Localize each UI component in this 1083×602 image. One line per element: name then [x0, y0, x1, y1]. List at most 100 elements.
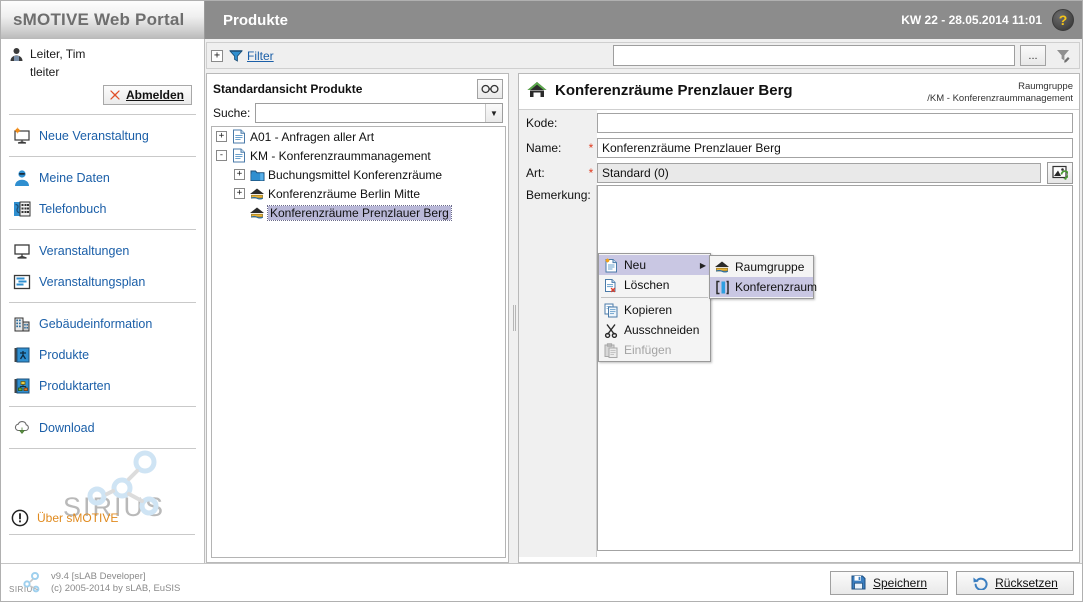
detail-header-right: Raumgruppe /KM - Konferenzraummanagement — [927, 80, 1073, 105]
roomgroup-icon — [249, 186, 265, 202]
save-icon — [851, 575, 866, 590]
top-bar: sMOTIVE Web Portal Produkte KW 22 - 28.0… — [1, 1, 1082, 39]
tree-node-prenzlauer-berg[interactable]: Konferenzräume Prenzlauer Berg — [212, 203, 505, 222]
bemerkung-textarea[interactable] — [597, 185, 1073, 551]
sidebar-item-download[interactable]: Download — [1, 412, 204, 443]
tree-search-input[interactable] — [256, 104, 485, 122]
tree-node-buchungsmittel[interactable]: + Buchungsmittel Konferenzräume — [212, 165, 505, 184]
art-input[interactable]: Standard (0) — [597, 162, 1041, 183]
filter-toolbar: + Filter ... — [206, 42, 1080, 69]
context-submenu-neu: Raumgruppe Konferenzraum — [709, 255, 817, 299]
kode-input[interactable] — [597, 112, 1073, 133]
context-menu-item-neu[interactable]: Neu ▶ — [599, 255, 710, 275]
tree-panel-header: Standardansicht Produkte — [207, 74, 508, 101]
splitter-grip — [512, 305, 516, 331]
sidebar-divider-5 — [9, 406, 196, 407]
chevron-down-icon[interactable]: ▼ — [485, 104, 502, 122]
filter-more-button[interactable]: ... — [1020, 45, 1046, 66]
panel-splitter[interactable] — [510, 73, 518, 563]
context-menu: Neu ▶ Löschen Kopieren Ausschneiden Einf… — [598, 253, 711, 362]
sidebar-item-label: Neue Veranstaltung — [39, 128, 149, 143]
tree-panel-title: Standardansicht Produkte — [213, 82, 363, 96]
submenu-item-raumgruppe[interactable]: Raumgruppe — [710, 257, 813, 277]
version-block: SIRIUS v9.4 [sLAB Developer] (c) 2005-20… — [1, 571, 180, 595]
context-menu-item-loeschen[interactable]: Löschen — [599, 275, 710, 295]
filter-input[interactable] — [613, 45, 1015, 66]
reset-button[interactable]: Rücksetzen — [956, 570, 1074, 595]
context-menu-item-kopieren[interactable]: Kopieren — [599, 300, 710, 320]
about-smotive-link[interactable]: Über sMOTIVE — [1, 505, 204, 531]
sidebar-item-label: Produkte — [39, 347, 90, 362]
sidebar-item-meine-daten[interactable]: Meine Daten — [1, 162, 204, 193]
detail-title: Konferenzräume Prenzlauer Berg — [555, 81, 793, 99]
sidebar-divider-3 — [9, 229, 196, 230]
application-window: sMOTIVE Web Portal Produkte KW 22 - 28.0… — [0, 0, 1083, 602]
sidebar-item-veranstaltungsplan[interactable]: Veranstaltungsplan — [1, 266, 204, 297]
field-row-name: Name: * Konferenzräume Prenzlauer Berg — [519, 135, 1079, 160]
tree-node-a01[interactable]: + A01 - Anfragen aller Art — [212, 127, 505, 146]
field-label: Kode: — [519, 110, 585, 135]
building-icon — [13, 315, 32, 333]
copy-icon — [603, 303, 619, 318]
tree-toggle-icon[interactable]: + — [234, 188, 245, 199]
document-icon — [231, 148, 247, 164]
filter-expander-icon[interactable]: + — [211, 49, 223, 62]
help-button[interactable]: ? — [1052, 1, 1082, 39]
tree-toggle-icon[interactable]: - — [216, 150, 227, 161]
sidebar-item-veranstaltungen[interactable]: Veranstaltungen — [1, 235, 204, 266]
submenu-item-konferenzraum[interactable]: Konferenzraum — [710, 277, 817, 297]
phonebook-icon — [13, 200, 32, 218]
filter-clear-icon[interactable] — [1051, 44, 1075, 67]
tree-node-berlin-mitte[interactable]: + Konferenzräume Berlin Mitte — [212, 184, 505, 203]
page-title: Produkte — [223, 11, 289, 29]
sidebar-nav: Neue Veranstaltung Meine Daten Telefonbu… — [1, 120, 204, 449]
field-label: Bemerkung: — [519, 185, 597, 557]
sidebar-item-label: Veranstaltungen — [39, 243, 130, 258]
sidebar-item-telefonbuch[interactable]: Telefonbuch — [1, 193, 204, 224]
help-icon: ? — [1052, 9, 1074, 31]
context-menu-separator — [601, 297, 708, 298]
tree-node-km[interactable]: - KM - Konferenzraummanagement — [212, 146, 505, 165]
sidebar-divider-4 — [9, 302, 196, 303]
sidebar-item-gebaeudeinformation[interactable]: Gebäudeinformation — [1, 308, 204, 339]
save-label: Speichern — [872, 575, 928, 590]
tree-toggle-icon[interactable]: + — [216, 131, 227, 142]
sidebar-item-label: Veranstaltungsplan — [39, 274, 146, 289]
about-smotive-label: Über sMOTIVE — [37, 511, 119, 525]
detail-header: Konferenzräume Prenzlauer Berg Raumgrupp… — [519, 74, 1079, 110]
tree-search-row: Suche: ▼ — [207, 101, 508, 128]
roomgroup-icon — [526, 80, 548, 100]
user-name-row: Leiter, Tim — [9, 45, 196, 63]
logout-button[interactable]: Abmelden — [102, 85, 192, 105]
user-icon — [9, 47, 24, 62]
undo-arrow-icon — [972, 575, 988, 590]
conference-room-icon — [714, 280, 730, 295]
field-row-bemerkung: Bemerkung: — [519, 185, 1079, 557]
context-menu-item-label: Einfügen — [624, 343, 672, 357]
context-menu-item-ausschneiden[interactable]: Ausschneiden — [599, 320, 710, 340]
logout-row: Abmelden — [9, 81, 196, 105]
tree-node-label: KM - Konferenzraummanagement — [250, 148, 431, 163]
filter-label[interactable]: Filter — [247, 49, 274, 63]
sidebar: Leiter, Tim tleiter Abmelden Neue Verans… — [1, 39, 205, 565]
paste-icon — [603, 342, 619, 358]
event-plan-icon — [13, 273, 32, 291]
picker-icon[interactable] — [1047, 161, 1073, 184]
save-button[interactable]: Speichern — [830, 570, 948, 595]
tree-node-label: Buchungsmittel Konferenzräume — [268, 167, 443, 182]
sidebar-item-produktarten[interactable]: Produktarten — [1, 370, 204, 401]
new-event-icon — [13, 126, 32, 145]
sidebar-item-produkte[interactable]: Produkte — [1, 339, 204, 370]
tree-toggle-icon[interactable]: + — [234, 169, 245, 180]
field-label: Art: — [519, 160, 585, 185]
glasses-icon[interactable] — [477, 79, 503, 99]
roomgroup-icon — [714, 260, 730, 274]
product-tree[interactable]: + A01 - Anfragen aller Art - KM - Konfer… — [211, 126, 506, 558]
sidebar-item-neue-veranstaltung[interactable]: Neue Veranstaltung — [1, 120, 204, 151]
sidebar-divider-7 — [9, 534, 195, 535]
sidebar-divider-1 — [9, 114, 196, 115]
tree-search-combo[interactable]: ▼ — [255, 103, 503, 123]
folder-icon — [249, 167, 265, 183]
name-input[interactable]: Konferenzräume Prenzlauer Berg — [597, 137, 1073, 158]
